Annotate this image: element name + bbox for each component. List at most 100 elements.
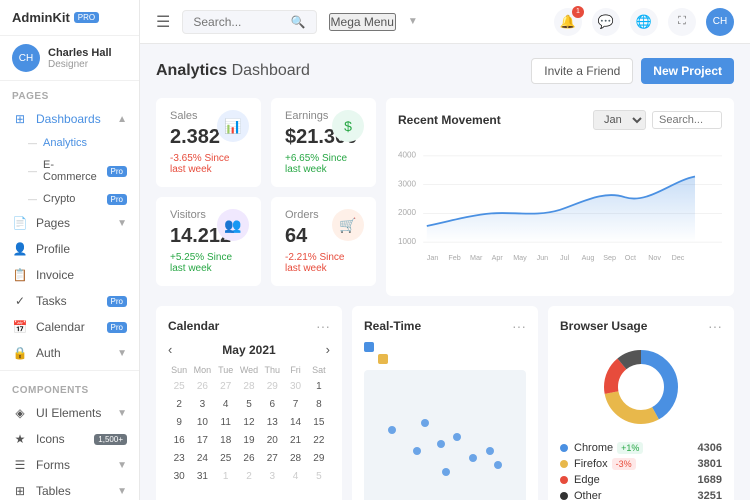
cal-day[interactable]: 28: [238, 378, 260, 395]
cal-day[interactable]: 28: [284, 450, 306, 467]
cal-day[interactable]: 25: [168, 378, 190, 395]
cal-day[interactable]: 15: [308, 414, 330, 431]
ui-elements-label: UI Elements: [36, 406, 101, 420]
cal-day[interactable]: 19: [238, 432, 260, 449]
browser-dots-menu[interactable]: ···: [708, 318, 722, 334]
sidebar-item-forms[interactable]: ☰ Forms ▼: [0, 452, 139, 478]
fullscreen-button[interactable]: ⛶: [668, 8, 696, 36]
realtime-card-title: Real-Time: [364, 319, 421, 333]
browser-count: 4306: [698, 442, 722, 454]
notification-badge: 1: [572, 6, 584, 18]
brand-name: AdminKit: [12, 10, 70, 25]
cal-day[interactable]: 5: [238, 396, 260, 413]
browser-badge: +1%: [617, 442, 643, 454]
map-dot: [486, 447, 494, 455]
tasks-badge: Pro: [107, 296, 127, 307]
cal-day-name: Thu: [261, 363, 283, 377]
cal-day[interactable]: 14: [284, 414, 306, 431]
user-info: Charles Hall Designer: [48, 47, 112, 70]
cal-day[interactable]: 30: [168, 468, 190, 485]
cal-day[interactable]: 10: [191, 414, 213, 431]
sidebar-item-dashboards[interactable]: ⊞ Dashboards ▲: [0, 106, 139, 132]
earnings-icon: $: [332, 110, 364, 142]
cal-day[interactable]: 21: [284, 432, 306, 449]
cal-day[interactable]: 24: [191, 450, 213, 467]
mega-menu-button[interactable]: Mega Menu: [329, 13, 396, 31]
sidebar-item-invoice[interactable]: 📋 Invoice: [0, 262, 139, 288]
user-avatar-button[interactable]: CH: [706, 8, 734, 36]
main-content: ☰ 🔍 Mega Menu▼ 🔔 1 💬 🌐 ⛶ CH Analytics Da…: [140, 0, 750, 500]
cal-day[interactable]: 4: [284, 468, 306, 485]
cal-day[interactable]: 7: [284, 396, 306, 413]
sidebar-item-calendar[interactable]: 📅 Calendar Pro: [0, 314, 139, 340]
cal-day[interactable]: 29: [261, 378, 283, 395]
sidebar-item-profile[interactable]: 👤 Profile: [0, 236, 139, 262]
sidebar-item-crypto[interactable]: Crypto Pro: [0, 188, 139, 210]
cal-day[interactable]: 27: [215, 378, 237, 395]
search-input[interactable]: [193, 15, 290, 29]
cal-day-name: Wed: [238, 363, 260, 377]
calendar-dots-menu[interactable]: ···: [316, 318, 330, 334]
chart-header: Recent Movement JanFebMar: [398, 110, 722, 130]
cal-day[interactable]: 26: [191, 378, 213, 395]
svg-text:3000: 3000: [398, 179, 416, 188]
cal-day[interactable]: 12: [238, 414, 260, 431]
cal-day[interactable]: 31: [191, 468, 213, 485]
header: ☰ 🔍 Mega Menu▼ 🔔 1 💬 🌐 ⛶ CH: [140, 0, 750, 44]
cal-day[interactable]: 5: [308, 468, 330, 485]
cal-day[interactable]: 20: [261, 432, 283, 449]
cal-prev-button[interactable]: ‹: [168, 342, 172, 357]
cal-day[interactable]: 13: [261, 414, 283, 431]
messages-button[interactable]: 💬: [592, 8, 620, 36]
cal-day[interactable]: 9: [168, 414, 190, 431]
hamburger-icon[interactable]: ☰: [156, 12, 170, 32]
bottom-grid: Calendar ··· ‹ May 2021 › SunMonTueWedTh…: [156, 306, 734, 500]
cal-day[interactable]: 29: [308, 450, 330, 467]
new-project-button[interactable]: New Project: [641, 58, 734, 84]
cal-day[interactable]: 26: [238, 450, 260, 467]
cal-day[interactable]: 17: [191, 432, 213, 449]
browser-dot: [560, 444, 568, 452]
browser-item: Chrome +1% 4306: [560, 442, 722, 454]
sidebar-item-tables[interactable]: ⊞ Tables ▼: [0, 478, 139, 500]
browser-dot: [560, 476, 568, 484]
browser-name: Chrome +1%: [560, 442, 698, 454]
cal-day[interactable]: 2: [238, 468, 260, 485]
cal-day[interactable]: 18: [215, 432, 237, 449]
sidebar-item-icons[interactable]: ★ Icons 1,500+: [0, 426, 139, 452]
search-box[interactable]: 🔍: [182, 10, 316, 34]
cal-day-name: Mon: [191, 363, 213, 377]
cal-day[interactable]: 25: [215, 450, 237, 467]
cal-day[interactable]: 3: [261, 468, 283, 485]
sidebar-item-ecommerce[interactable]: E-Commerce Pro: [0, 154, 139, 188]
sidebar-item-ui-elements[interactable]: ◈ UI Elements ▼: [0, 400, 139, 426]
cal-day[interactable]: 23: [168, 450, 190, 467]
cal-day[interactable]: 2: [168, 396, 190, 413]
chart-search-input[interactable]: [652, 111, 722, 129]
invoice-label: Invoice: [36, 268, 74, 282]
cal-day-name: Sun: [168, 363, 190, 377]
cal-day[interactable]: 16: [168, 432, 190, 449]
sidebar-item-tasks[interactable]: ✓ Tasks Pro: [0, 288, 139, 314]
cal-day[interactable]: 27: [261, 450, 283, 467]
cal-day[interactable]: 30: [284, 378, 306, 395]
cal-day[interactable]: 11: [215, 414, 237, 431]
cal-day[interactable]: 1: [308, 378, 330, 395]
flag-icon[interactable]: 🌐: [630, 8, 658, 36]
invite-friend-button[interactable]: Invite a Friend: [531, 58, 633, 84]
sidebar-item-auth[interactable]: 🔒 Auth ▼: [0, 340, 139, 366]
cal-day[interactable]: 1: [215, 468, 237, 485]
cal-day[interactable]: 8: [308, 396, 330, 413]
sidebar-item-pages[interactable]: 📄 Pages ▼: [0, 210, 139, 236]
analytics-label: Analytics: [43, 137, 87, 149]
cal-day[interactable]: 3: [191, 396, 213, 413]
sidebar-item-analytics[interactable]: Analytics: [0, 132, 139, 154]
browser-name: Other: [560, 490, 698, 500]
realtime-dots-menu[interactable]: ···: [512, 318, 526, 334]
notification-button[interactable]: 🔔 1: [554, 8, 582, 36]
cal-next-button[interactable]: ›: [326, 342, 330, 357]
month-select[interactable]: JanFebMar: [593, 110, 646, 130]
cal-day[interactable]: 6: [261, 396, 283, 413]
cal-day[interactable]: 4: [215, 396, 237, 413]
cal-day[interactable]: 22: [308, 432, 330, 449]
